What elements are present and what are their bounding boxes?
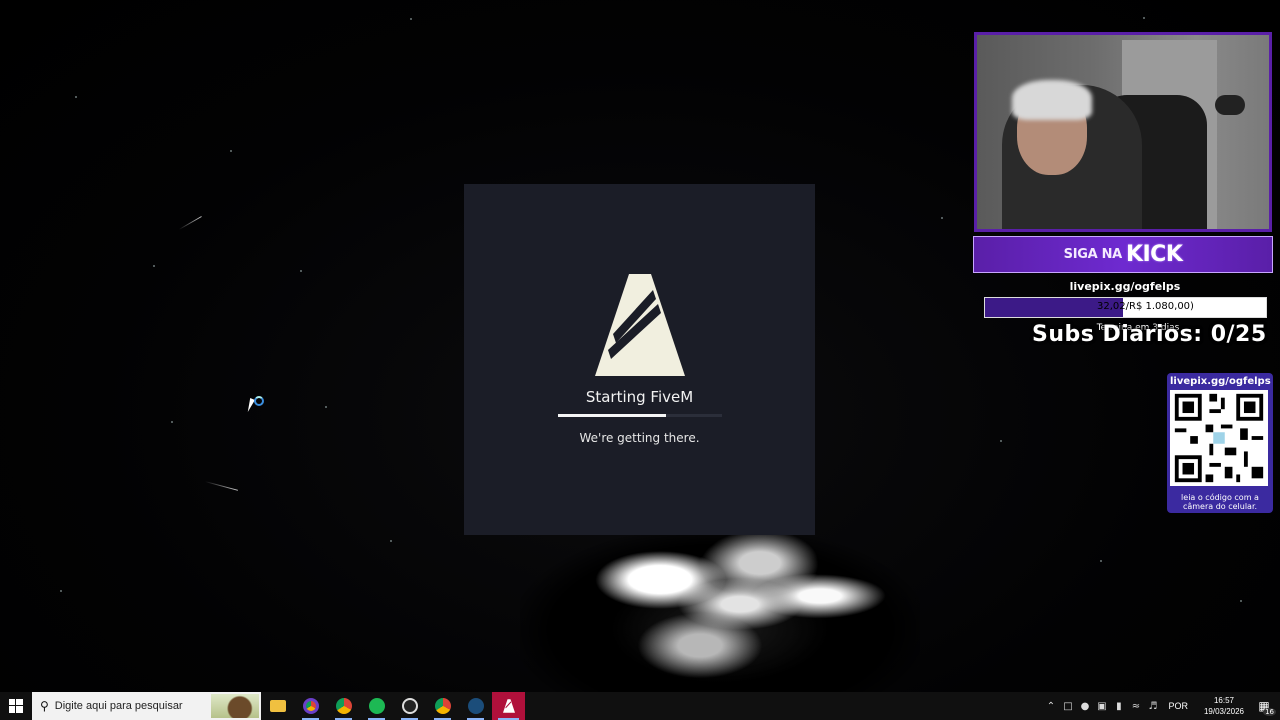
splash-subtitle: We're getting there. — [579, 431, 700, 445]
clock-time: 16:57 — [1213, 696, 1234, 705]
search-placeholder: Digite aqui para pesquisar — [54, 700, 183, 712]
search-icon: ⚲ — [40, 699, 49, 713]
display-icon[interactable]: ▣ — [1094, 701, 1109, 712]
taskbar-clock[interactable]: 16:57 19/03/2026 — [1204, 695, 1244, 717]
kick-follow-banner: SIGA NA KICK — [973, 236, 1273, 273]
qr-code-icon — [1170, 390, 1268, 486]
progress-bar — [557, 414, 722, 417]
battery-icon[interactable]: ▮ — [1111, 701, 1126, 712]
notification-count: 16 — [1263, 708, 1276, 716]
busy-spinner-icon — [254, 396, 264, 406]
livepix-qr-card: livepix.gg/ogfelps leia o código com a c… — [1167, 373, 1273, 513]
qr-caption: leia o código com a câmera do celular. — [1181, 493, 1259, 511]
kick-banner-prefix: SIGA NA — [1063, 247, 1123, 262]
daily-subs-counter: Subs Diarios: 0/25 — [1032, 322, 1267, 347]
donation-goal-bar: 32,02/R$ 1.080,00) — [984, 297, 1267, 318]
splash-title: Starting FiveM — [585, 388, 694, 406]
fivem-splash-window: Starting FiveM We're getting there. — [464, 184, 815, 535]
donation-goal-amount: 32,02/R$ 1.080,00) — [1097, 301, 1194, 312]
notification-center-button[interactable]: ▦ 16 — [1254, 696, 1276, 716]
progress-fill — [557, 414, 666, 417]
file-explorer-icon[interactable] — [261, 692, 294, 720]
windows-logo-icon — [9, 699, 23, 713]
windows-taskbar: ⚲ Digite aqui para pesquisar ⌃ □ ● ▣ ▮ ≈… — [0, 692, 1280, 720]
search-highlight-image — [211, 694, 259, 718]
system-tray: ⌃ □ ● ▣ ▮ ≈ ♬ POR 16:57 19/03/2026 ▦ 16 — [1043, 692, 1280, 720]
network-adapter-icon[interactable]: □ — [1060, 701, 1075, 712]
meteor-streak — [178, 216, 202, 230]
wifi-icon[interactable]: ≈ — [1128, 701, 1143, 712]
chrome-figure-artwork — [520, 530, 920, 692]
start-button[interactable] — [0, 692, 32, 720]
webcam-overlay — [974, 32, 1272, 232]
steam-icon[interactable] — [459, 692, 492, 720]
volume-icon[interactable]: ♬ — [1145, 701, 1160, 712]
fivem-taskbar-icon[interactable] — [492, 692, 525, 720]
fivem-logo-icon — [502, 699, 515, 713]
obs-icon[interactable] — [393, 692, 426, 720]
chrome-profile-icon[interactable] — [294, 692, 327, 720]
chrome-icon[interactable] — [327, 692, 360, 720]
taskbar-search-box[interactable]: ⚲ Digite aqui para pesquisar — [32, 692, 261, 720]
fivem-logo-icon — [594, 274, 685, 376]
kick-logo-text: KICK — [1125, 242, 1183, 267]
meteor-streak — [204, 481, 238, 491]
language-indicator[interactable]: POR — [1168, 701, 1188, 711]
microphone-icon[interactable]: ● — [1077, 701, 1092, 712]
chrome-alt-icon[interactable] — [426, 692, 459, 720]
chevron-up-icon[interactable]: ⌃ — [1043, 701, 1058, 712]
donation-goal-url: livepix.gg/ogfelps — [1069, 280, 1181, 293]
qr-url: livepix.gg/ogfelps — [1170, 376, 1271, 387]
spotify-icon[interactable] — [360, 692, 393, 720]
clock-date: 19/03/2026 — [1203, 707, 1244, 716]
